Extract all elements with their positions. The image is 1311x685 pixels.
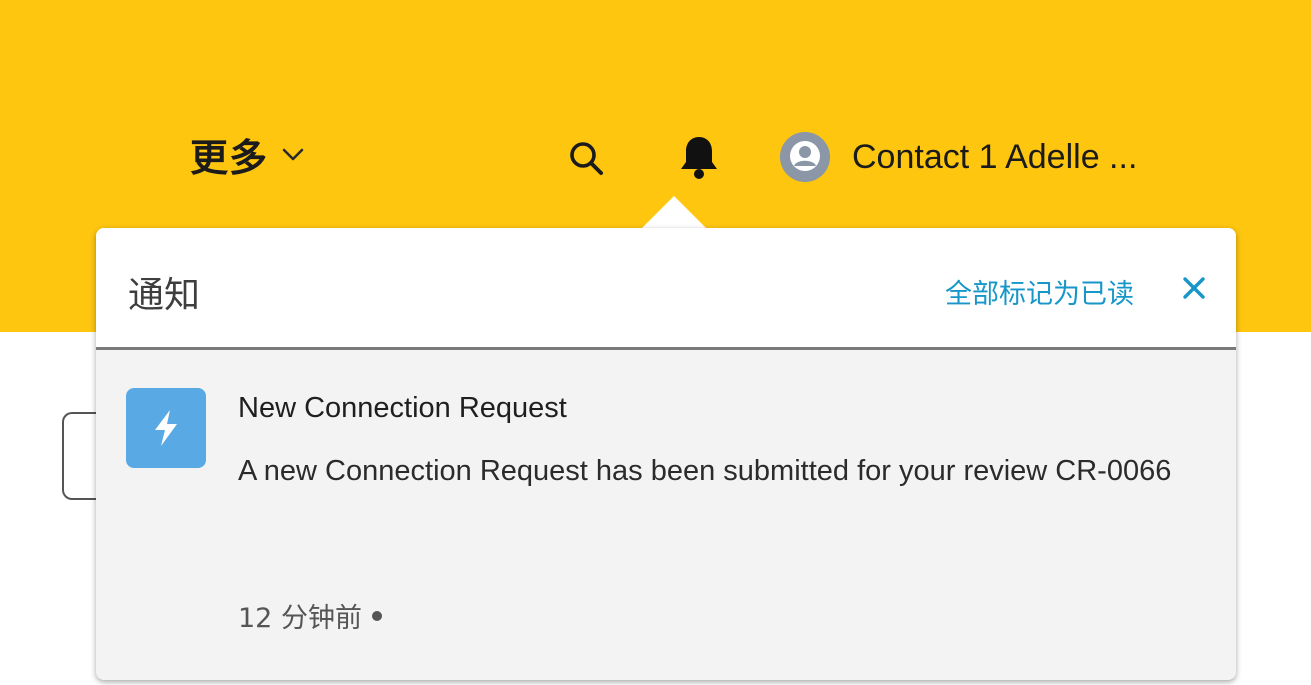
lightning-icon <box>126 388 206 468</box>
notifications-panel: 通知 全部标记为已读 New Connection Request A new … <box>96 228 1236 680</box>
panel-title: 通知 <box>128 275 201 316</box>
chevron-down-icon <box>280 141 306 167</box>
notification-time: 12 分钟前 <box>238 596 382 635</box>
more-menu-button[interactable]: 更多 <box>190 132 306 180</box>
notification-time-label: 12 分钟前 <box>238 603 362 634</box>
notification-item[interactable]: New Connection Request A new Connection … <box>96 350 1236 680</box>
search-icon[interactable] <box>564 136 608 180</box>
mark-all-read-link[interactable]: 全部标记为已读 <box>945 272 1134 311</box>
more-menu-label: 更多 <box>190 135 269 180</box>
close-icon[interactable] <box>1174 268 1214 308</box>
notifications-panel-header: 通知 全部标记为已读 <box>96 228 1236 350</box>
panel-caret <box>640 196 708 230</box>
user-avatar-icon <box>780 132 830 182</box>
notification-body: A new Connection Request has been submit… <box>238 455 1172 487</box>
notification-title: New Connection Request <box>238 392 567 424</box>
bell-icon[interactable] <box>674 132 724 182</box>
user-profile-button[interactable]: Contact 1 Adelle ... <box>780 130 1137 184</box>
user-name: Contact 1 Adelle ... <box>852 137 1138 176</box>
unread-indicator <box>371 610 382 621</box>
